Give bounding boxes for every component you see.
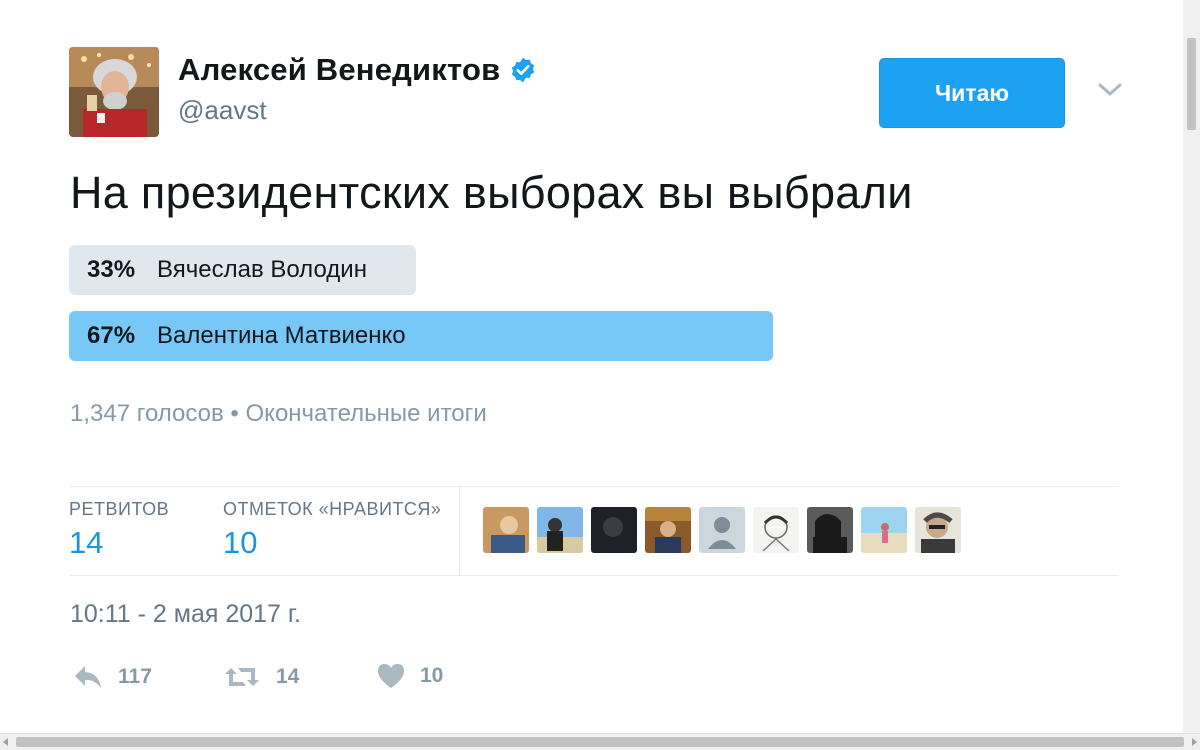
like-count: 10 <box>420 664 444 687</box>
horizontal-scrollbar-thumb[interactable] <box>16 737 1184 747</box>
liker-avatar[interactable] <box>591 507 637 553</box>
reply-count: 117 <box>118 665 152 688</box>
reply-icon <box>72 662 104 692</box>
poll-result-percent: 67% <box>87 322 136 349</box>
liker-avatar[interactable] <box>861 507 907 553</box>
author-name[interactable]: Алексей Венедиктов <box>178 52 500 88</box>
liker-avatar[interactable] <box>537 507 583 553</box>
heart-icon <box>376 662 406 690</box>
retweets-count[interactable]: 14 <box>69 525 169 561</box>
stats-divider <box>459 487 460 575</box>
horizontal-scrollbar[interactable] <box>0 733 1200 750</box>
likes-count[interactable]: 10 <box>223 525 441 561</box>
vertical-scrollbar-thumb[interactable] <box>1187 38 1196 130</box>
retweet-icon <box>222 662 262 692</box>
likes-label: ОТМЕТОК «НРАВИТСЯ» <box>223 499 442 519</box>
reply-button[interactable]: 117 <box>72 662 152 692</box>
liker-avatar[interactable] <box>753 507 799 553</box>
likes-stat[interactable]: ОТМЕТОК «НРАВИТСЯ» 10 <box>223 499 441 561</box>
poll-result-bar: 67% Валентина Матвиенко <box>69 311 773 361</box>
poll-result-label: Валентина Матвиенко <box>157 322 406 349</box>
author-name-row[interactable]: Алексей Венедиктов <box>178 52 537 88</box>
verified-badge-icon <box>509 56 537 84</box>
liker-avatar[interactable] <box>699 507 745 553</box>
author-avatar[interactable] <box>69 47 159 137</box>
liker-avatar[interactable] <box>915 507 961 553</box>
vertical-scrollbar[interactable] <box>1183 0 1200 733</box>
retweets-label: РЕТВИТОВ <box>69 499 170 519</box>
poll-result-percent: 33% <box>87 256 136 283</box>
liker-avatar[interactable] <box>483 507 529 553</box>
like-button[interactable]: 10 <box>376 662 443 690</box>
follow-button[interactable]: Читаю <box>879 58 1065 128</box>
retweets-stat[interactable]: РЕТВИТОВ 14 <box>69 499 169 561</box>
chevron-down-icon[interactable] <box>1095 78 1125 102</box>
tweet-stats: РЕТВИТОВ 14 ОТМЕТОК «НРАВИТСЯ» 10 <box>69 486 1119 576</box>
poll-result-label: Вячеслав Володин <box>157 256 367 283</box>
poll-result-bar: 33% Вячеслав Володин <box>69 245 416 295</box>
scroll-right-icon[interactable] <box>1192 738 1197 746</box>
tweet-text: На президентских выборах вы выбрали <box>70 167 913 218</box>
tweet-timestamp[interactable]: 10:11 - 2 мая 2017 г. <box>70 600 301 629</box>
author-handle[interactable]: @aavst <box>178 95 267 126</box>
liker-avatar[interactable] <box>807 507 853 553</box>
poll-meta: 1,347 голосов • Окончательные итоги <box>70 400 487 427</box>
retweet-count: 14 <box>276 665 300 688</box>
retweet-button[interactable]: 14 <box>222 662 299 692</box>
liker-avatar[interactable] <box>645 507 691 553</box>
likers-avatars <box>483 507 969 553</box>
scroll-left-icon[interactable] <box>3 738 8 746</box>
